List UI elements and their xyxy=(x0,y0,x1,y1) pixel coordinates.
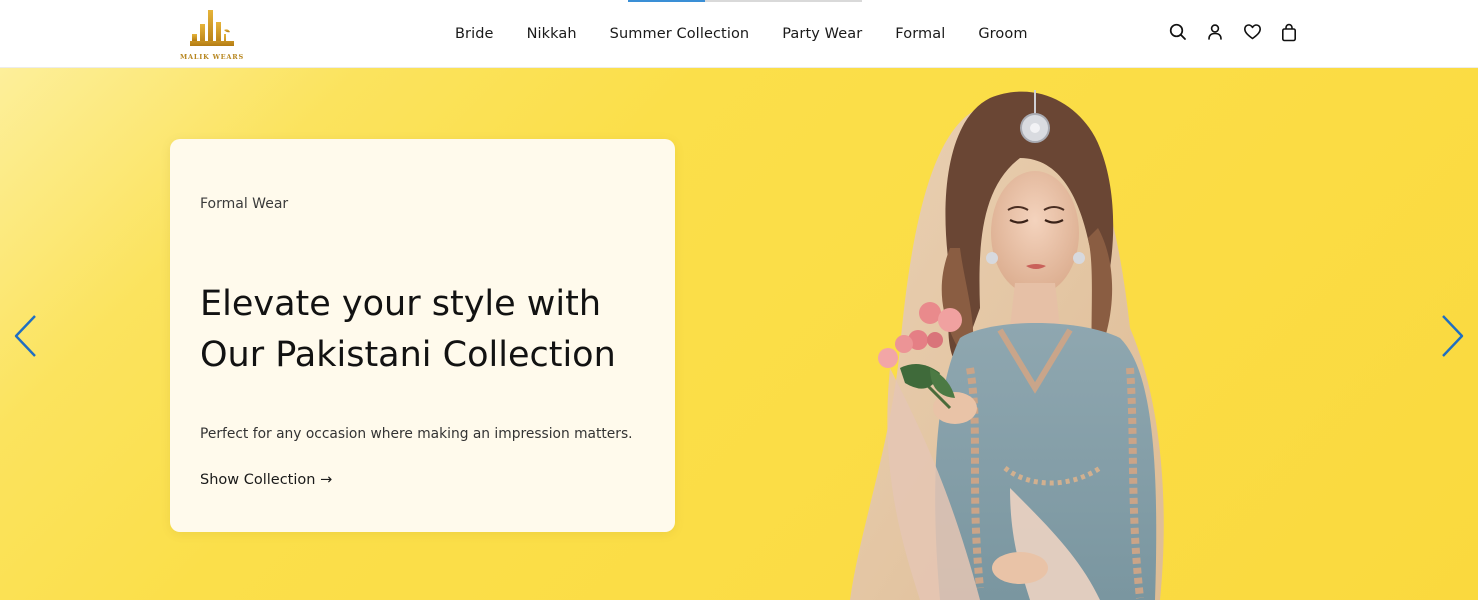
brand-logo[interactable]: MALIK WEARS xyxy=(176,8,248,64)
nav-item-party-wear[interactable]: Party Wear xyxy=(766,26,879,42)
cart-bag-icon[interactable] xyxy=(1279,21,1299,43)
slider-next-button[interactable] xyxy=(1437,313,1467,359)
hero-description: Perfect for any occasion where making an… xyxy=(200,426,633,442)
wishlist-heart-icon[interactable] xyxy=(1242,21,1262,43)
nav-item-summer-collection[interactable]: Summer Collection xyxy=(593,26,766,42)
nav-item-bride[interactable]: Bride xyxy=(441,26,510,42)
brand-logo-text: MALIK WEARS xyxy=(180,53,244,61)
search-icon[interactable] xyxy=(1168,21,1188,43)
nav-item-formal[interactable]: Formal xyxy=(879,26,962,42)
nav-item-groom[interactable]: Groom xyxy=(962,26,1044,42)
hero-title: Elevate your style with Our Pakistani Co… xyxy=(200,279,660,381)
show-collection-link[interactable]: Show Collection → xyxy=(200,472,332,488)
hero-banner: Formal Wear Elevate your style with Our … xyxy=(0,68,1478,600)
hero-title-line-2: Our Pakistani Collection xyxy=(200,335,616,375)
site-header: MALIK WEARS Bride Nikkah Summer Collecti… xyxy=(0,0,1478,68)
nav-item-nikkah[interactable]: Nikkah xyxy=(510,26,593,42)
chevron-left-icon xyxy=(14,315,36,357)
account-icon[interactable] xyxy=(1205,21,1225,43)
header-actions xyxy=(1168,21,1299,43)
chevron-right-icon xyxy=(1442,315,1464,357)
hero-title-line-1: Elevate your style with xyxy=(200,284,602,324)
main-navigation: Bride Nikkah Summer Collection Party Wea… xyxy=(441,0,1044,68)
logo-mark-icon xyxy=(190,10,234,46)
slider-prev-button[interactable] xyxy=(11,313,41,359)
hero-eyebrow: Formal Wear xyxy=(200,196,289,212)
hero-model-image xyxy=(850,90,1164,600)
hero-content-card: Formal Wear Elevate your style with Our … xyxy=(170,139,675,532)
